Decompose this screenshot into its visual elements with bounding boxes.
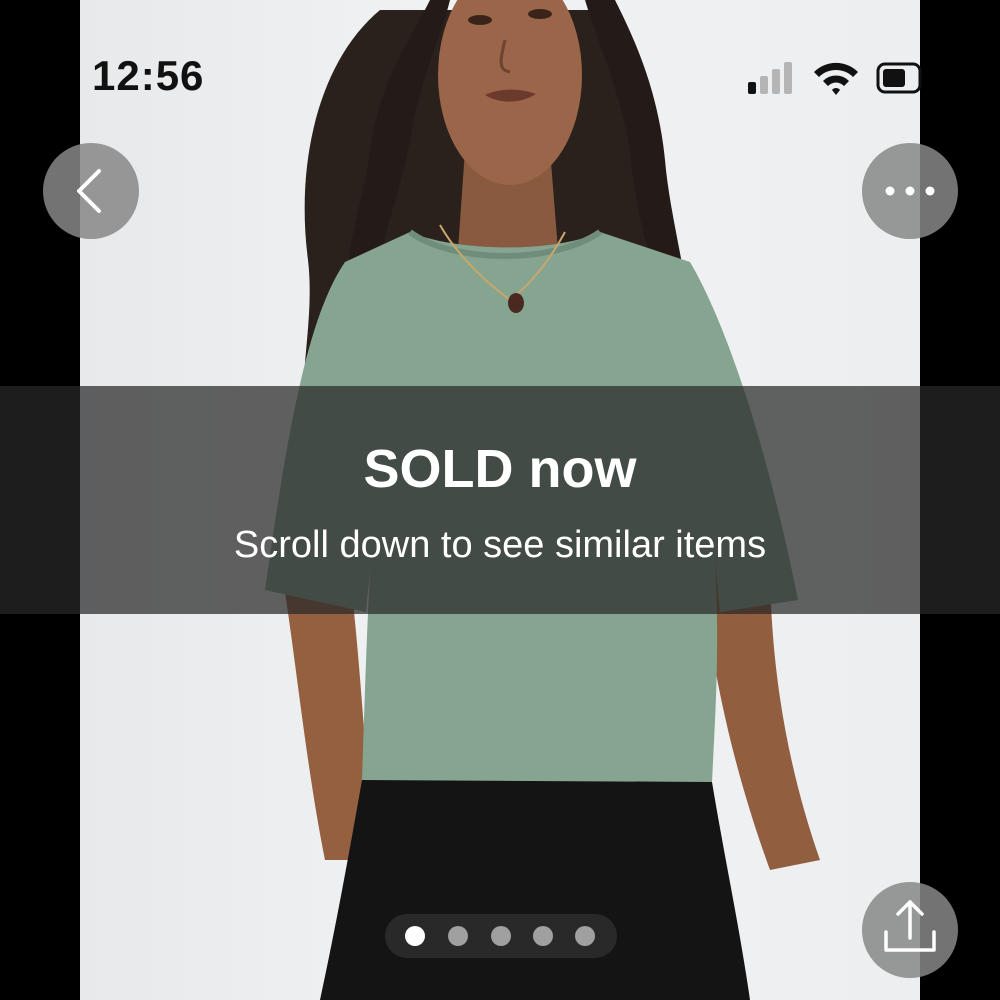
carousel-dot-2[interactable] xyxy=(448,926,468,946)
battery-icon xyxy=(876,62,922,94)
carousel-dot-4[interactable] xyxy=(533,926,553,946)
share-button[interactable] xyxy=(862,882,958,978)
share-icon xyxy=(884,900,936,952)
chevron-left-icon xyxy=(77,169,101,213)
carousel-dot-5[interactable] xyxy=(575,926,595,946)
ellipsis-icon xyxy=(885,186,935,196)
back-button[interactable] xyxy=(43,143,139,239)
more-options-button[interactable] xyxy=(862,143,958,239)
sold-title: SOLD now xyxy=(363,439,637,499)
carousel-page-indicator[interactable] xyxy=(385,914,617,958)
wifi-icon xyxy=(814,62,858,95)
carousel-dot-1[interactable] xyxy=(405,926,425,946)
status-icons xyxy=(744,58,924,98)
status-time: 12:56 xyxy=(92,52,205,99)
carousel-dot-3[interactable] xyxy=(491,926,511,946)
sold-subtitle: Scroll down to see similar items xyxy=(233,524,767,566)
sold-banner xyxy=(0,386,1000,614)
cellular-signal-icon xyxy=(748,62,792,94)
